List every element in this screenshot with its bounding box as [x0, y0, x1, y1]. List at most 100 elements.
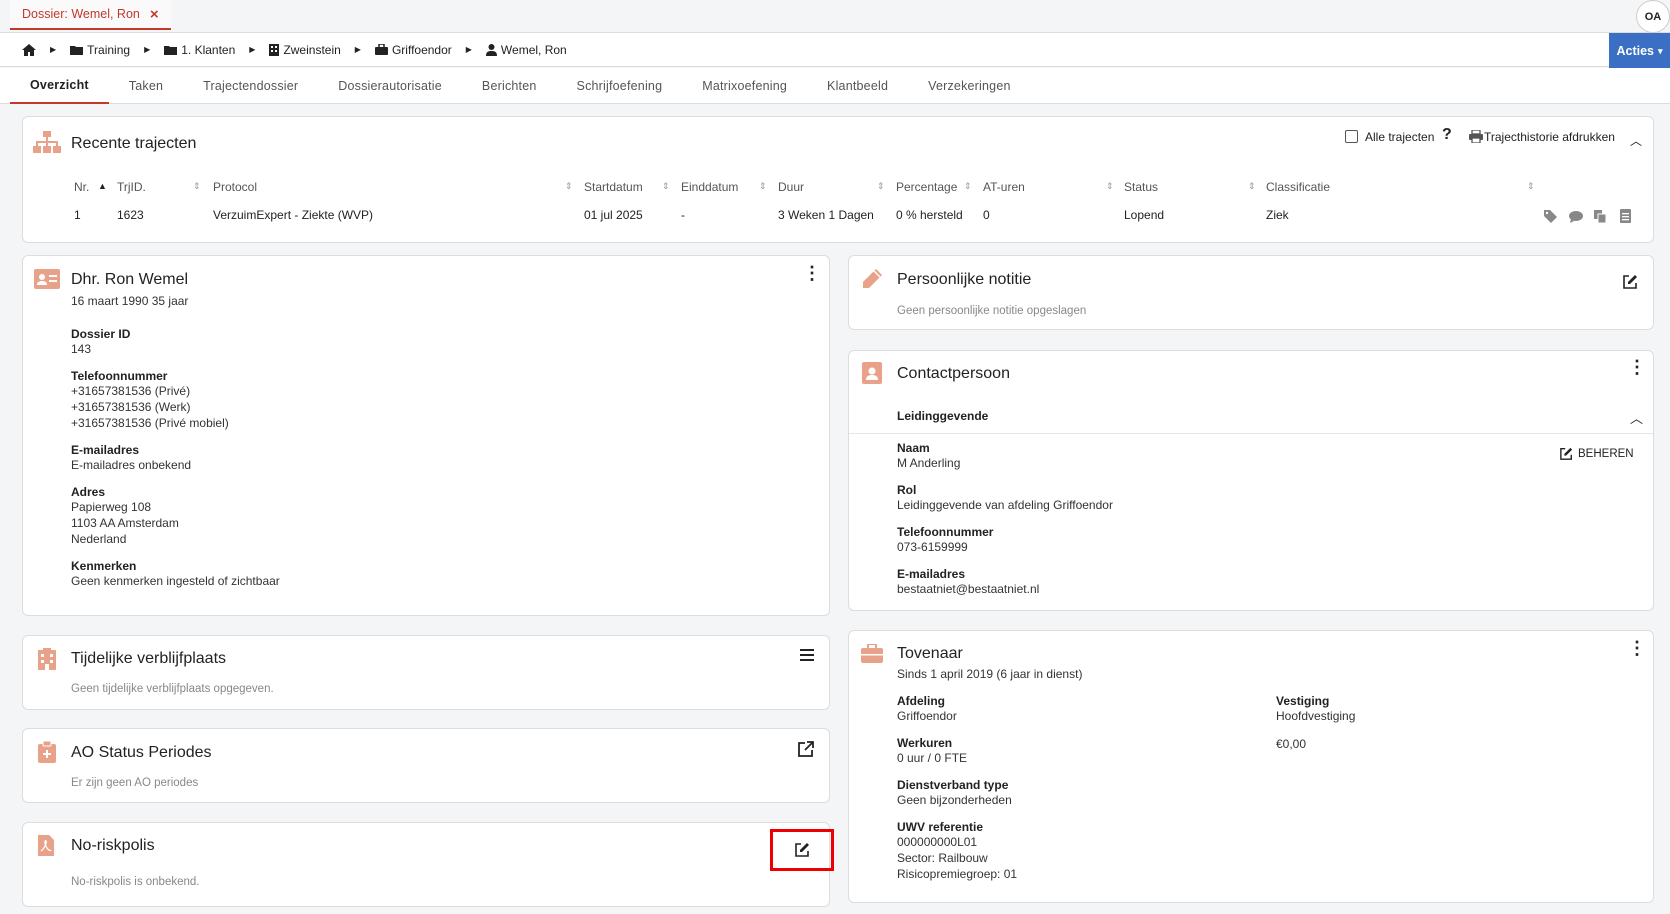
sort-icon[interactable]: ⇕: [877, 181, 885, 192]
email-label: E-mailadres: [71, 443, 140, 457]
chevron-right-icon: ▶: [249, 45, 256, 54]
person-name: Dhr. Ron Wemel: [71, 271, 189, 288]
contact-email-label: E-mailadres: [897, 567, 966, 581]
phone-prive: +31657381536 (Privé): [71, 384, 191, 398]
comment-icon[interactable]: [1569, 211, 1583, 223]
tab-overzicht[interactable]: Overzicht: [10, 68, 109, 104]
col-header-duur[interactable]: Duur: [778, 180, 804, 194]
werkuren-label: Werkuren: [897, 736, 953, 750]
caret-down-icon: ▾: [1658, 45, 1663, 56]
afdeling-value: Griffoendor: [897, 709, 957, 723]
col-header-protocol[interactable]: Protocol: [213, 180, 257, 194]
col-header-percentage[interactable]: Percentage: [896, 180, 957, 194]
close-tab-icon[interactable]: ×: [150, 6, 159, 23]
menu-icon[interactable]: [800, 649, 814, 661]
phone-label: Telefoonnummer: [71, 369, 168, 383]
more-options-icon[interactable]: ⋮: [1628, 358, 1646, 376]
cell-protocol[interactable]: VerzuimExpert - Ziekte (WVP): [213, 208, 373, 222]
col-header-trjid[interactable]: TrjID.: [117, 180, 146, 194]
sort-icon[interactable]: ⇕: [759, 181, 767, 192]
more-options-icon[interactable]: ⋮: [1628, 639, 1646, 657]
avatar[interactable]: OA: [1636, 0, 1670, 33]
chevron-right-icon: ▶: [144, 45, 151, 54]
acties-button[interactable]: Acties ▾: [1609, 33, 1670, 69]
salaris-value: €0,00: [1276, 737, 1307, 751]
employer-since: Sinds 1 april 2019 (6 jaar in dienst): [897, 667, 1083, 681]
verblijf-title: Tijdelijke verblijfplaats: [71, 650, 227, 667]
dossier-label: Dossier ID: [71, 327, 131, 341]
acties-label: Acties: [1616, 44, 1654, 58]
address-city: 1103 AA Amsterdam: [71, 516, 179, 530]
breadcrumb-item-griffoendor[interactable]: Griffoendor: [374, 43, 452, 57]
cell-startdatum: 01 jul 2025: [584, 208, 643, 222]
leidinggevende-label: Leidinggevende: [897, 409, 989, 423]
tag-icon[interactable]: [1544, 210, 1557, 223]
leidinggevende-section-header[interactable]: Leidinggevende ︿: [849, 400, 1653, 434]
naam-label: Naam: [897, 441, 930, 455]
edit-icon: [1560, 447, 1573, 460]
beheren-button[interactable]: BEHEREN: [1560, 447, 1634, 460]
contact-tel-value: 073-6159999: [897, 540, 968, 554]
werkuren-value: 0 uur / 0 FTE: [897, 751, 968, 765]
notitie-title: Persoonlijke notitie: [897, 271, 1032, 288]
tab-matrixoefening[interactable]: Matrixoefening: [682, 68, 807, 104]
chevron-right-icon: ▶: [354, 45, 361, 54]
beheren-label: BEHEREN: [1578, 447, 1634, 460]
cell-einddatum: -: [681, 208, 685, 222]
copy-icon[interactable]: [1594, 210, 1606, 223]
breadcrumb-label: Zweinstein: [283, 42, 341, 57]
norisk-title: No-riskpolis: [71, 837, 155, 854]
tab-klantbeeld[interactable]: Klantbeeld: [807, 68, 908, 104]
col-header-at-uren[interactable]: AT-uren: [983, 180, 1025, 194]
col-header-classificatie[interactable]: Classificatie: [1266, 180, 1330, 194]
external-link-icon[interactable]: [798, 741, 814, 757]
document-icon[interactable]: [1620, 209, 1631, 223]
alle-trajecten-checkbox[interactable]: [1345, 130, 1358, 143]
dossier-tab[interactable]: Dossier: Wemel, Ron ×: [10, 0, 171, 30]
tab-dossierautorisatie[interactable]: Dossierautorisatie: [318, 68, 462, 104]
sort-icon[interactable]: ⇕: [193, 181, 201, 192]
verblijf-card: [22, 635, 830, 710]
breadcrumb-item-training[interactable]: Training: [70, 43, 130, 57]
col-header-status[interactable]: Status: [1124, 180, 1158, 194]
tab-bar: Overzicht Taken Trajectendossier Dossier…: [0, 68, 1670, 104]
sort-icon[interactable]: ⇕: [1248, 181, 1256, 192]
sort-asc-icon[interactable]: ▲: [98, 181, 107, 191]
breadcrumb-item-zweinstein[interactable]: Zweinstein: [269, 42, 341, 57]
chevron-up-icon[interactable]: ︿: [1630, 408, 1643, 427]
contact-email-value: bestaatniet@bestaatniet.nl: [897, 582, 1040, 596]
edit-icon[interactable]: [1623, 274, 1638, 289]
col-header-nr[interactable]: Nr.: [74, 180, 89, 194]
tab-verzekeringen[interactable]: Verzekeringen: [908, 68, 1031, 104]
print-history-link[interactable]: Trajecthistorie afdrukken: [1484, 130, 1615, 144]
sort-icon[interactable]: ⇕: [1106, 181, 1114, 192]
sector-value: Sector: Railbouw: [897, 851, 988, 865]
sort-icon[interactable]: ⇕: [1527, 181, 1535, 192]
contact-title: Contactpersoon: [897, 365, 1010, 382]
home-icon[interactable]: [22, 43, 36, 56]
tab-berichten[interactable]: Berichten: [462, 68, 557, 104]
tab-taken[interactable]: Taken: [109, 68, 183, 104]
email-value: E-mailadres onbekend: [71, 458, 192, 472]
ao-text: Er zijn geen AO periodes: [71, 777, 199, 789]
col-header-startdatum[interactable]: Startdatum: [584, 180, 643, 194]
kenmerken-label: Kenmerken: [71, 559, 137, 573]
chevron-right-icon: ▶: [50, 45, 57, 54]
collapse-icon[interactable]: ︿: [1630, 132, 1642, 149]
tab-trajectendossier[interactable]: Trajectendossier: [183, 68, 318, 104]
breadcrumb-item-person[interactable]: Wemel, Ron: [485, 43, 567, 57]
cell-trjid[interactable]: 1623: [117, 208, 144, 222]
sort-icon[interactable]: ⇕: [964, 181, 972, 192]
breadcrumb-item-klanten[interactable]: 1. Klanten: [164, 43, 235, 57]
employer-details-right: Vestiging Hoofdvestiging €0,00: [1276, 694, 1355, 752]
phone-werk: +31657381536 (Werk): [71, 400, 191, 414]
more-options-icon[interactable]: ⋮: [803, 264, 821, 282]
print-icon[interactable]: [1469, 130, 1483, 143]
help-icon[interactable]: ?: [1442, 126, 1452, 144]
tab-schrijfoefening[interactable]: Schrijfoefening: [557, 68, 683, 104]
breadcrumb-label: Training: [87, 42, 131, 57]
col-header-einddatum[interactable]: Einddatum: [681, 180, 738, 194]
dossier-value: 143: [71, 342, 92, 356]
sort-icon[interactable]: ⇕: [662, 181, 670, 192]
sort-icon[interactable]: ⇕: [565, 181, 573, 192]
